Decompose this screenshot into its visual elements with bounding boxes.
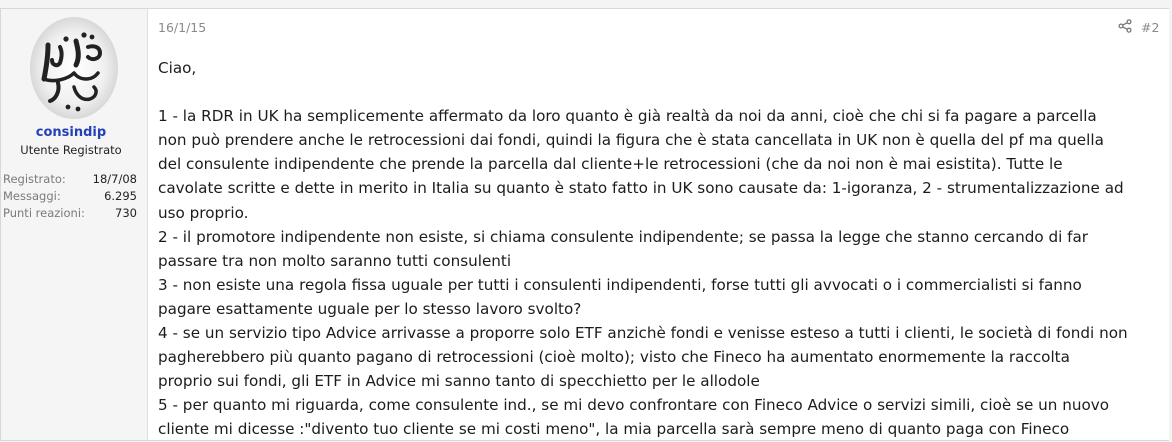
username[interactable]: consindip — [1, 125, 141, 140]
post-line: 5 - per quanto mi riguarda, come consule… — [158, 396, 1110, 415]
stat-label: Registrato: — [3, 172, 66, 186]
post-line: pagherebbero più quanto pagano di retroc… — [158, 348, 1070, 367]
post-line: 4 - se un servizio tipo Advice arrivasse… — [158, 324, 1128, 343]
stat-value: 730 — [115, 206, 137, 220]
post-blank-line — [158, 80, 1170, 104]
post-line: cliente mi dicesse :"divento tuo cliente… — [158, 420, 1070, 439]
stat-registered: Registrato: 18/7/08 — [3, 171, 137, 188]
post-line: 3 - non esiste una regola fissa uguale p… — [158, 275, 1082, 294]
stat-value: 6.295 — [104, 189, 137, 203]
stat-reactions: Punti reazioni: 730 — [3, 205, 137, 222]
post-line: pagare esattamente uguale per lo stesso … — [158, 299, 582, 318]
stat-messages: Messaggi: 6.295 — [3, 188, 137, 205]
post-number[interactable]: #2 — [1141, 20, 1159, 35]
post-body: Ciao, 1 - la RDR in UK ha semplicemente … — [158, 56, 1170, 442]
user-sidebar: consindip Utente Registrato Registrato: … — [1, 9, 148, 440]
user-title: Utente Registrato — [20, 143, 122, 157]
post-container: consindip Utente Registrato Registrato: … — [0, 8, 1169, 441]
post-line: cavolate scritte e dette in merito in It… — [158, 179, 1124, 198]
post-date[interactable]: 16/1/15 — [158, 20, 206, 35]
post-line: Ciao, — [158, 59, 197, 77]
stat-value: 18/7/08 — [92, 172, 137, 186]
stat-label: Punti reazioni: — [3, 206, 85, 220]
share-icon[interactable] — [1118, 19, 1132, 33]
stat-label: Messaggi: — [3, 189, 61, 203]
post-line: del consulente indipendente che prende l… — [158, 155, 1063, 174]
avatar[interactable] — [30, 17, 118, 119]
post-line: 1 - la RDR in UK ha semplicemente afferm… — [158, 107, 1097, 126]
user-stats: Registrato: 18/7/08 Messaggi: 6.295 Punt… — [3, 171, 137, 222]
post-line: 2 - il promotore indipendente non esiste… — [158, 227, 1089, 246]
post-line: uso proprio. — [158, 203, 249, 222]
post-line: passare tra non molto saranno tutti cons… — [158, 251, 512, 270]
post-line: proprio sui fondi, gli ETF in Advice mi … — [158, 372, 760, 391]
post-main: 16/1/15 #2 Ciao, 1 - la RDR in UK ha sem… — [148, 9, 1169, 440]
post-line: non può prendere anche le retrocessioni … — [158, 131, 1104, 150]
